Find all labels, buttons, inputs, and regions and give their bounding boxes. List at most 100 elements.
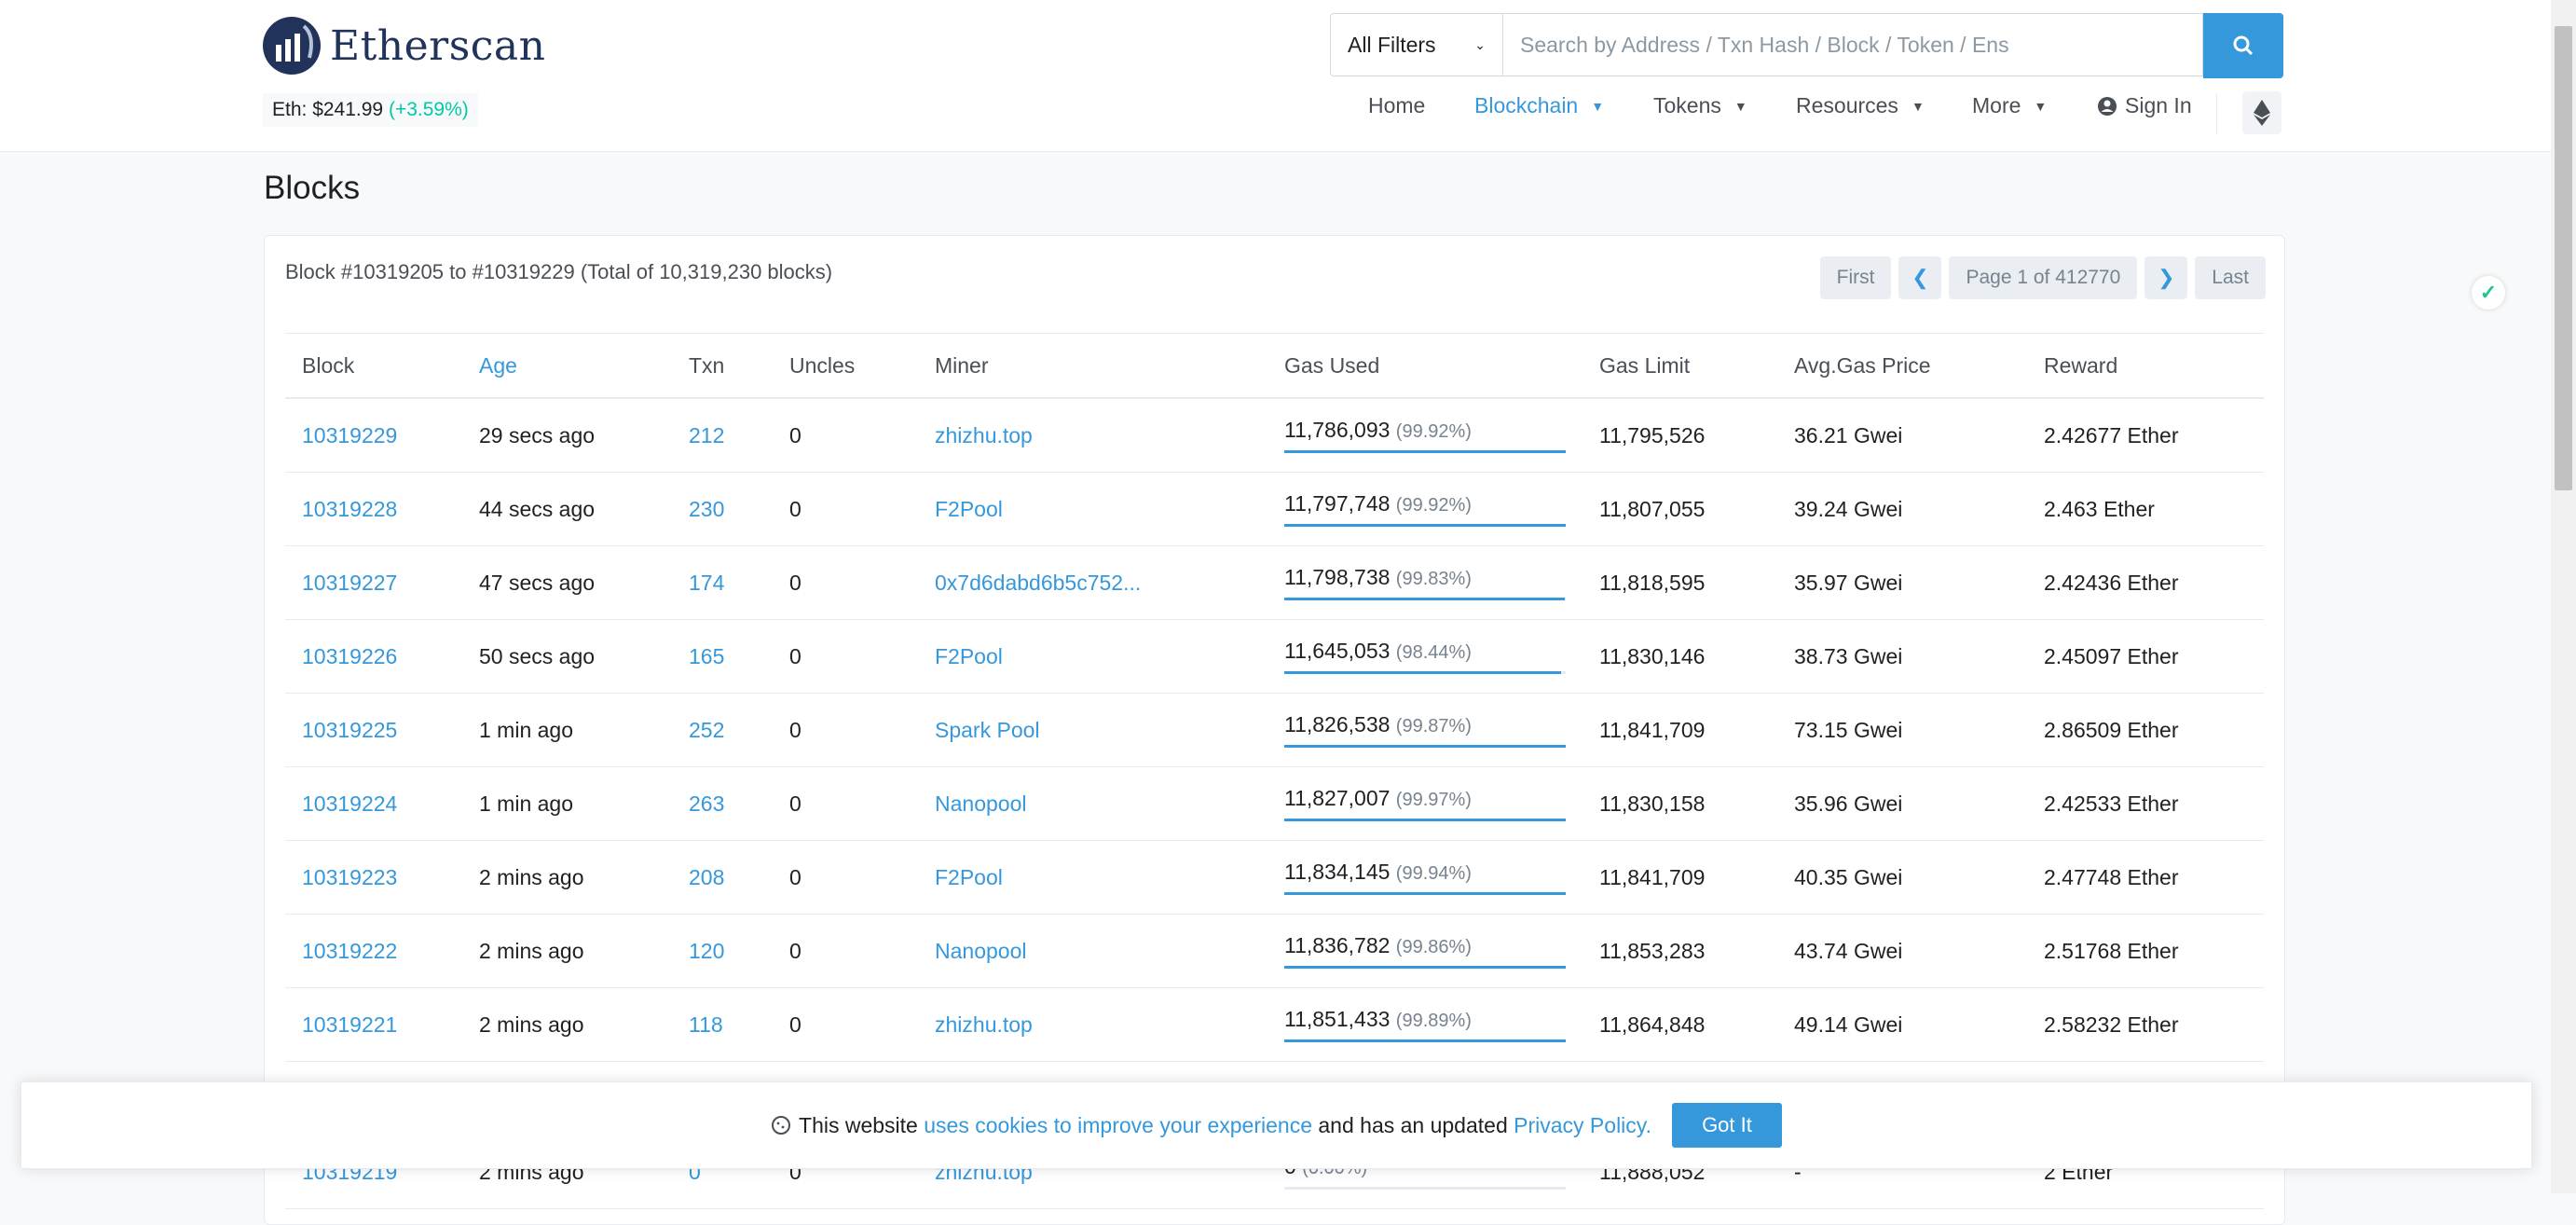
- chevron-left-icon: ❮: [1911, 266, 1929, 289]
- prev-page-button[interactable]: ❮: [1898, 256, 1942, 299]
- txn-count-link[interactable]: 230: [672, 472, 773, 546]
- search-button[interactable]: [2203, 13, 2283, 78]
- gas-used-cell: 11,798,738 (99.83%): [1267, 545, 1583, 620]
- nav-tokens[interactable]: Tokens ▼: [1653, 93, 1747, 118]
- gas-limit: 11,841,709: [1583, 693, 1777, 767]
- last-page-button[interactable]: Last: [2195, 256, 2266, 299]
- gas-limit: 11,841,709: [1583, 840, 1777, 915]
- block-number-link[interactable]: 10319226: [285, 619, 462, 694]
- nav-more[interactable]: More ▼: [1972, 93, 2047, 118]
- avg-gas-price: 43.74 Gwei: [1777, 914, 2027, 988]
- table-header-row: Block Age Txn Uncles Miner Gas Used Gas …: [285, 333, 2264, 399]
- block-number-link[interactable]: 10319221: [285, 987, 462, 1062]
- uncles-count: 0: [773, 545, 918, 620]
- gas-used-cell: 11,836,782 (99.86%): [1267, 914, 1583, 988]
- gas-limit: 11,807,055: [1583, 472, 1777, 546]
- nav-divider: [2216, 93, 2217, 134]
- gas-used-value: 11,798,738: [1284, 565, 1391, 589]
- gas-used-cell: 11,851,433 (99.89%): [1267, 987, 1583, 1062]
- nav-blockchain[interactable]: Blockchain ▼: [1474, 93, 1604, 118]
- got-it-button[interactable]: Got It: [1671, 1103, 1782, 1148]
- miner-link[interactable]: F2Pool: [918, 840, 1267, 915]
- gas-used: 11,797,748 (99.92%): [1284, 491, 1566, 527]
- gas-used-percent: (98.44%): [1395, 642, 1472, 663]
- txn-count-link[interactable]: 252: [672, 693, 773, 767]
- nav-resources[interactable]: Resources ▼: [1796, 93, 1925, 118]
- col-block: Block: [285, 333, 462, 399]
- first-page-button[interactable]: First: [1819, 256, 1892, 299]
- eth-price-value: Eth: $241.99: [272, 99, 384, 120]
- block-number-link[interactable]: 10319225: [285, 693, 462, 767]
- uncles-count: 0: [773, 693, 918, 767]
- gas-limit: 11,853,283: [1583, 914, 1777, 988]
- privacy-policy-link[interactable]: Privacy Policy.: [1514, 1113, 1651, 1138]
- nav-blockchain-label: Blockchain: [1474, 93, 1579, 117]
- miner-link[interactable]: Nanopool: [918, 766, 1267, 841]
- gas-used-percent: (99.92%): [1395, 495, 1472, 516]
- txn-count-link[interactable]: 212: [672, 398, 773, 473]
- scrollbar-thumb[interactable]: [2555, 26, 2572, 490]
- chevron-down-icon: ▼: [1591, 98, 1605, 114]
- eth-price-change: (+3.59%): [388, 99, 469, 120]
- txn-count-link[interactable]: 120: [672, 914, 773, 988]
- miner-link[interactable]: Nanopool: [918, 914, 1267, 988]
- miner-link[interactable]: F2Pool: [918, 619, 1267, 694]
- gas-used: 11,826,538 (99.87%): [1284, 712, 1566, 748]
- nav-home[interactable]: Home: [1368, 93, 1425, 118]
- gas-used-cell: 11,827,007 (99.97%): [1267, 766, 1583, 841]
- etherscan-logo[interactable]: Etherscan: [263, 17, 546, 75]
- gas-used-bar: [1284, 819, 1566, 821]
- gas-used-bar: [1284, 966, 1566, 969]
- nav-sign-in[interactable]: Sign In: [2097, 93, 2192, 118]
- miner-link[interactable]: 0x7d6dabd6b5c752...: [918, 545, 1267, 620]
- col-age[interactable]: Age: [462, 333, 672, 399]
- miner-link[interactable]: zhizhu.top: [918, 398, 1267, 473]
- col-uncles: Uncles: [773, 333, 918, 399]
- txn-count-link[interactable]: 263: [672, 766, 773, 841]
- block-reward: 2.45097 Ether: [2027, 619, 2264, 694]
- block-number-link[interactable]: 10319227: [285, 545, 462, 620]
- block-number-link[interactable]: 10319224: [285, 766, 462, 841]
- gas-used-cell: 11,826,538 (99.87%): [1267, 693, 1583, 767]
- gas-used-value: 11,834,145: [1284, 860, 1391, 884]
- gas-used: 11,851,433 (99.89%): [1284, 1007, 1566, 1042]
- cookie-policy-link[interactable]: uses cookies to improve your experience: [924, 1113, 1312, 1138]
- block-number-link[interactable]: 10319229: [285, 398, 462, 473]
- block-number-link[interactable]: 10319228: [285, 472, 462, 546]
- gas-used-percent: (99.92%): [1395, 421, 1472, 442]
- chevron-down-icon: ▼: [2034, 98, 2048, 114]
- check-badge-icon[interactable]: ✓: [2472, 276, 2505, 310]
- block-number-link[interactable]: 10319223: [285, 840, 462, 915]
- search-input[interactable]: [1503, 13, 2203, 76]
- blocks-table: Block Age Txn Uncles Miner Gas Used Gas …: [285, 333, 2264, 1209]
- col-reward: Reward: [2027, 333, 2264, 399]
- avg-gas-price: 35.97 Gwei: [1777, 545, 2027, 620]
- miner-link[interactable]: zhizhu.top: [918, 987, 1267, 1062]
- txn-count-link[interactable]: 208: [672, 840, 773, 915]
- table-row: 10319228 44 secs ago 230 0 F2Pool 11,797,748 …: [285, 472, 2264, 546]
- gas-used-value: 11,851,433: [1284, 1007, 1391, 1031]
- table-row: 10319221 2 mins ago 118 0 zhizhu.top 11,851,4…: [285, 987, 2264, 1062]
- gas-limit: 11,864,848: [1583, 987, 1777, 1062]
- miner-link[interactable]: F2Pool: [918, 472, 1267, 546]
- next-page-button[interactable]: ❯: [2144, 256, 2188, 299]
- filter-select[interactable]: All Filters ⌄: [1330, 13, 1503, 76]
- gas-used-value: 11,645,053: [1284, 639, 1391, 663]
- search-bar: All Filters ⌄: [1330, 13, 2283, 78]
- block-number-link[interactable]: 10319222: [285, 914, 462, 988]
- network-toggle[interactable]: [2242, 91, 2281, 134]
- logo-text: Etherscan: [330, 21, 546, 70]
- blocks-summary: Block #10319205 to #10319229 (Total of 1…: [285, 260, 833, 283]
- gas-used-value: 11,826,538: [1284, 712, 1391, 736]
- gas-used-bar: [1284, 450, 1566, 453]
- block-reward: 2.51768 Ether: [2027, 914, 2264, 988]
- block-age: 47 secs ago: [462, 545, 672, 620]
- txn-count-link[interactable]: 165: [672, 619, 773, 694]
- gas-used-bar-fill: [1284, 450, 1566, 453]
- txn-count-link[interactable]: 174: [672, 545, 773, 620]
- miner-link[interactable]: Spark Pool: [918, 693, 1267, 767]
- gas-limit: 11,830,158: [1583, 766, 1777, 841]
- txn-count-link[interactable]: 118: [672, 987, 773, 1062]
- col-gas-limit: Gas Limit: [1583, 333, 1777, 399]
- gas-used-bar-fill: [1284, 892, 1566, 895]
